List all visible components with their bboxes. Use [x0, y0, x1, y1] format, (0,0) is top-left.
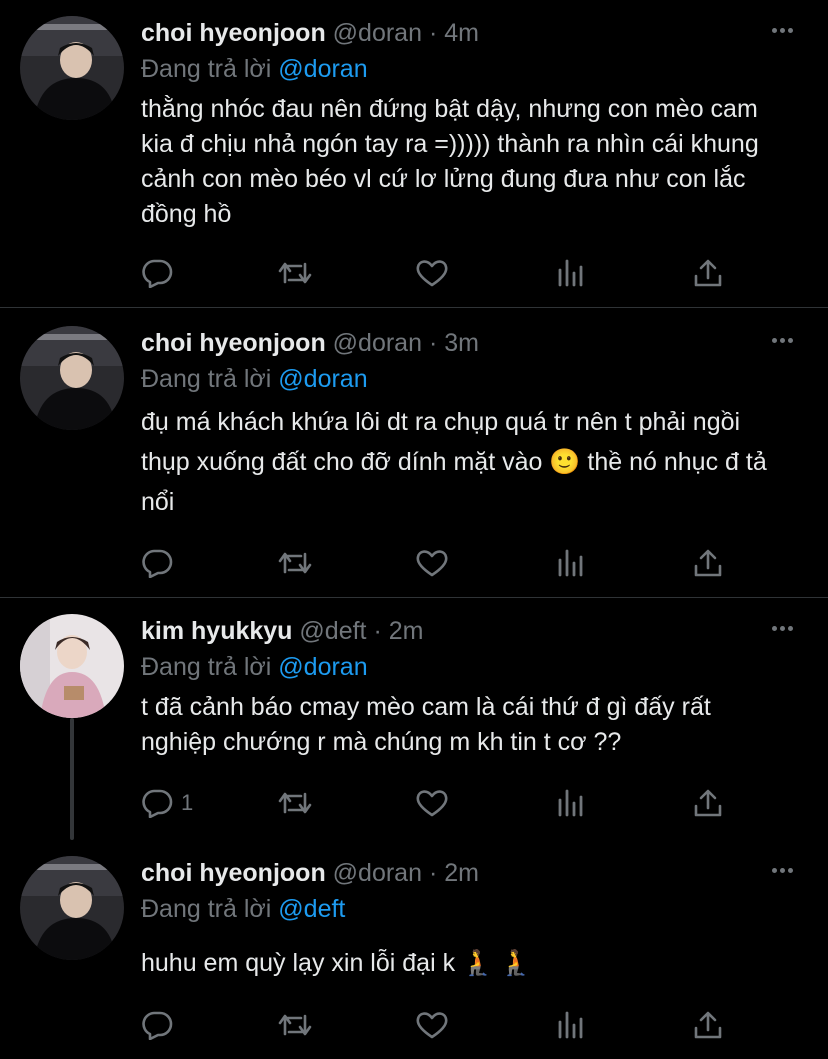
- upload-arrow-icon: [693, 788, 723, 818]
- avatar[interactable]: [20, 614, 124, 718]
- bar-chart-icon: [555, 258, 585, 288]
- action-bar: [141, 1010, 741, 1040]
- action-bar: [141, 258, 741, 288]
- views-button[interactable]: [555, 1010, 585, 1040]
- views-button[interactable]: [555, 548, 585, 578]
- display-name[interactable]: choi hyeonjoon: [141, 19, 326, 47]
- replying-to: Đang trả lời @doran: [141, 364, 368, 394]
- reply-button[interactable]: 1: [141, 788, 193, 818]
- tweet[interactable]: kim hyukkyu @deft · 2m Đang trả lời @dor…: [0, 598, 828, 840]
- speech-bubble-icon: [141, 788, 173, 818]
- share-button[interactable]: [693, 548, 723, 578]
- replying-to: Đang trả lời @doran: [141, 54, 368, 84]
- share-button[interactable]: [693, 258, 723, 288]
- retweet-arrows-icon: [277, 258, 313, 288]
- reply-button[interactable]: [141, 258, 181, 288]
- tweet[interactable]: choi hyeonjoon @doran · 4m Đang trả lời …: [0, 0, 828, 307]
- bar-chart-icon: [555, 788, 585, 818]
- reply-button[interactable]: [141, 548, 181, 578]
- user-handle[interactable]: @deft: [299, 617, 366, 645]
- mention-link[interactable]: @deft: [278, 895, 345, 923]
- tweet-header: kim hyukkyu @deft · 2m: [141, 616, 423, 646]
- heart-icon: [415, 258, 449, 288]
- timestamp[interactable]: 2m: [444, 859, 479, 887]
- tweet-text: t đã cảnh báo cmay mèo cam là cái thứ đ …: [141, 693, 711, 756]
- divider: [0, 307, 828, 308]
- like-button[interactable]: [415, 258, 449, 288]
- views-button[interactable]: [555, 788, 585, 818]
- share-button[interactable]: [693, 1010, 723, 1040]
- display-name[interactable]: choi hyeonjoon: [141, 329, 326, 357]
- tweet-text: đụ má khách khứa lôi dt ra chụp quá tr n…: [141, 408, 767, 516]
- speech-bubble-icon: [141, 258, 173, 288]
- more-options-icon[interactable]: [772, 332, 798, 352]
- separator-dot: ·: [428, 859, 438, 887]
- replying-to: Đang trả lời @deft: [141, 894, 345, 924]
- display-name[interactable]: choi hyeonjoon: [141, 859, 326, 887]
- replying-to-label: Đang trả lời: [141, 365, 272, 393]
- retweet-arrows-icon: [277, 1010, 313, 1040]
- bar-chart-icon: [555, 1010, 585, 1040]
- tweet-header: choi hyeonjoon @doran · 4m: [141, 18, 479, 48]
- retweet-button[interactable]: [277, 258, 313, 288]
- retweet-button[interactable]: [277, 548, 313, 578]
- timestamp[interactable]: 4m: [444, 19, 479, 47]
- heart-icon: [415, 788, 449, 818]
- mention-link[interactable]: @doran: [278, 653, 367, 681]
- views-button[interactable]: [555, 258, 585, 288]
- avatar[interactable]: [20, 326, 124, 430]
- action-bar: [141, 548, 741, 578]
- retweet-button[interactable]: [277, 788, 313, 818]
- retweet-button[interactable]: [277, 1010, 313, 1040]
- reply-count: 1: [181, 790, 194, 815]
- replying-to-label: Đang trả lời: [141, 55, 272, 83]
- upload-arrow-icon: [693, 548, 723, 578]
- replying-to-label: Đang trả lời: [141, 895, 272, 923]
- bar-chart-icon: [555, 548, 585, 578]
- retweet-arrows-icon: [277, 548, 313, 578]
- retweet-arrows-icon: [277, 788, 313, 818]
- mention-link[interactable]: @doran: [278, 55, 367, 83]
- like-button[interactable]: [415, 548, 449, 578]
- speech-bubble-icon: [141, 1010, 173, 1040]
- mention-link[interactable]: @doran: [278, 365, 367, 393]
- thread-connector-line: [70, 718, 74, 840]
- speech-bubble-icon: [141, 548, 173, 578]
- heart-icon: [415, 1010, 449, 1040]
- tweet-header: choi hyeonjoon @doran · 3m: [141, 328, 479, 358]
- tweet-text: thằng nhóc đau nên đứng bật dậy, nhưng c…: [141, 95, 759, 228]
- tweet-text: huhu em quỳ lạy xin lỗi đại k 🧎 🧎: [141, 949, 532, 977]
- heart-icon: [415, 548, 449, 578]
- user-handle[interactable]: @doran: [333, 19, 422, 47]
- upload-arrow-icon: [693, 258, 723, 288]
- separator-dot: ·: [428, 19, 438, 47]
- replying-to: Đang trả lời @doran: [141, 652, 368, 682]
- more-options-icon[interactable]: [772, 22, 798, 42]
- user-handle[interactable]: @doran: [333, 859, 422, 887]
- more-options-icon[interactable]: [772, 862, 798, 882]
- display-name[interactable]: kim hyukkyu: [141, 617, 292, 645]
- upload-arrow-icon: [693, 1010, 723, 1040]
- action-bar: 1: [141, 788, 741, 818]
- avatar[interactable]: [20, 856, 124, 960]
- timestamp[interactable]: 3m: [444, 329, 479, 357]
- reply-button[interactable]: [141, 1010, 181, 1040]
- share-button[interactable]: [693, 788, 723, 818]
- user-handle[interactable]: @doran: [333, 329, 422, 357]
- timestamp[interactable]: 2m: [389, 617, 424, 645]
- like-button[interactable]: [415, 788, 449, 818]
- avatar[interactable]: [20, 16, 124, 120]
- tweet[interactable]: choi hyeonjoon @doran · 3m Đang trả lời …: [0, 310, 828, 596]
- like-button[interactable]: [415, 1010, 449, 1040]
- tweet-header: choi hyeonjoon @doran · 2m: [141, 858, 479, 888]
- more-options-icon[interactable]: [772, 620, 798, 640]
- separator-dot: ·: [428, 329, 438, 357]
- tweet[interactable]: choi hyeonjoon @doran · 2m Đang trả lời …: [0, 840, 828, 1059]
- replying-to-label: Đang trả lời: [141, 653, 272, 681]
- separator-dot: ·: [373, 617, 382, 645]
